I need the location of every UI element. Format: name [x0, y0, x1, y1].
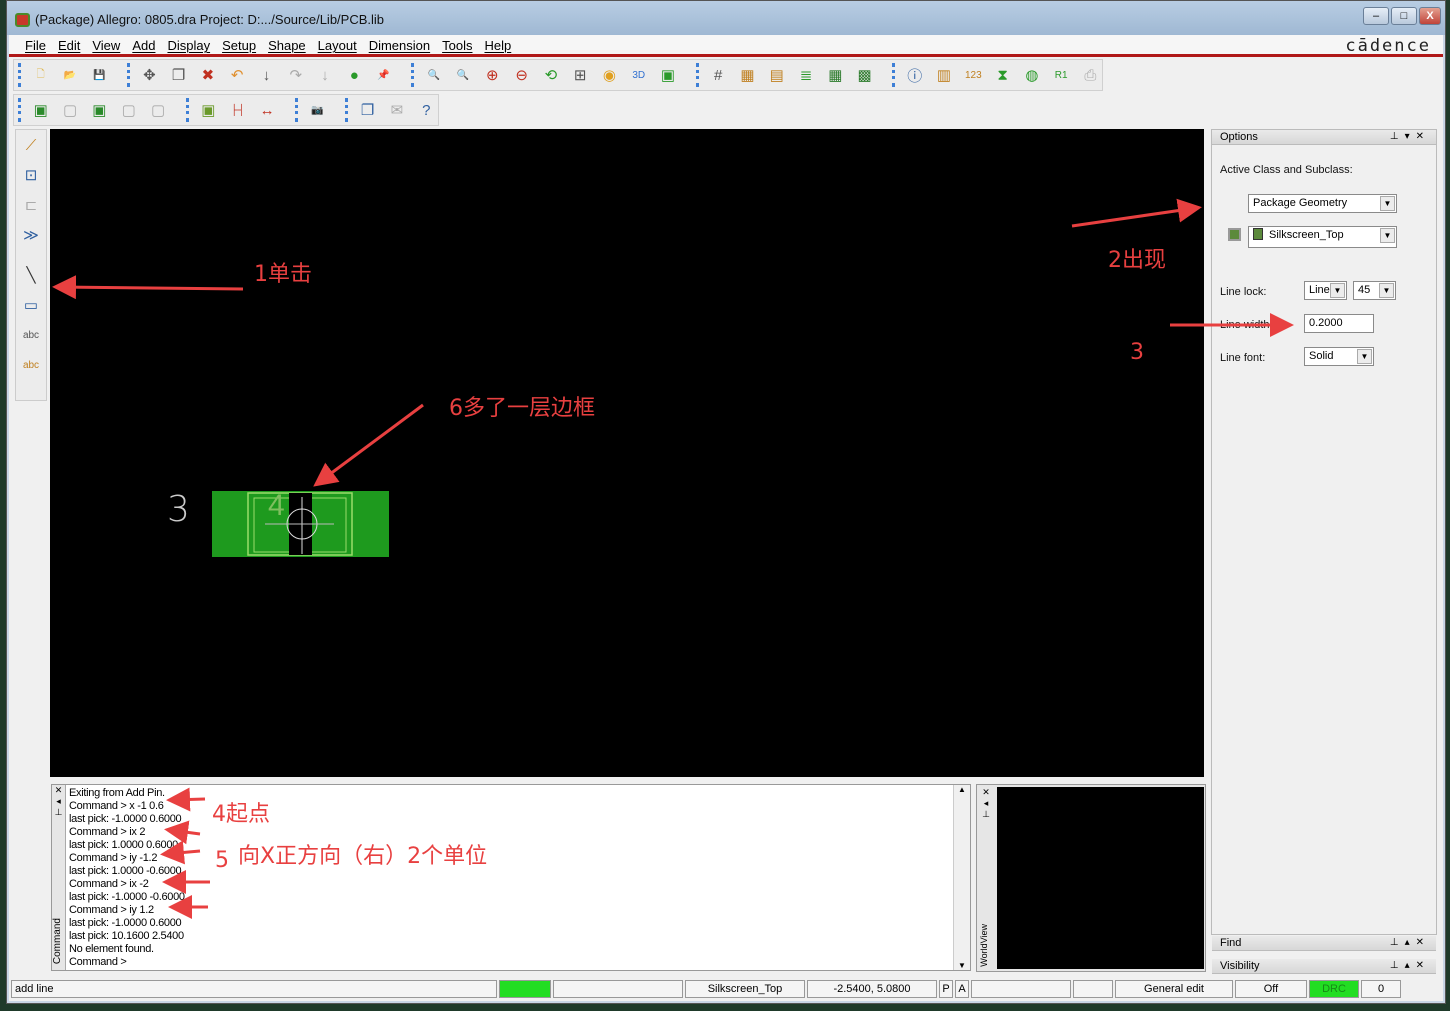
arrow-6 [313, 403, 424, 487]
annotation-6: 6多了一层边框 [449, 396, 595, 421]
annotation-5: 5 [215, 848, 229, 873]
annotation-5-text: 向X正方向（右）2个单位 [238, 844, 488, 869]
annotation-3: 3 [1130, 340, 1144, 365]
annotation-2: 2出现 [1108, 248, 1166, 273]
annotation-1: 1单击 [254, 262, 312, 287]
annotation-4: 4起点 [212, 802, 270, 827]
arrow-2 [1071, 198, 1202, 228]
arrow-1 [52, 275, 244, 300]
